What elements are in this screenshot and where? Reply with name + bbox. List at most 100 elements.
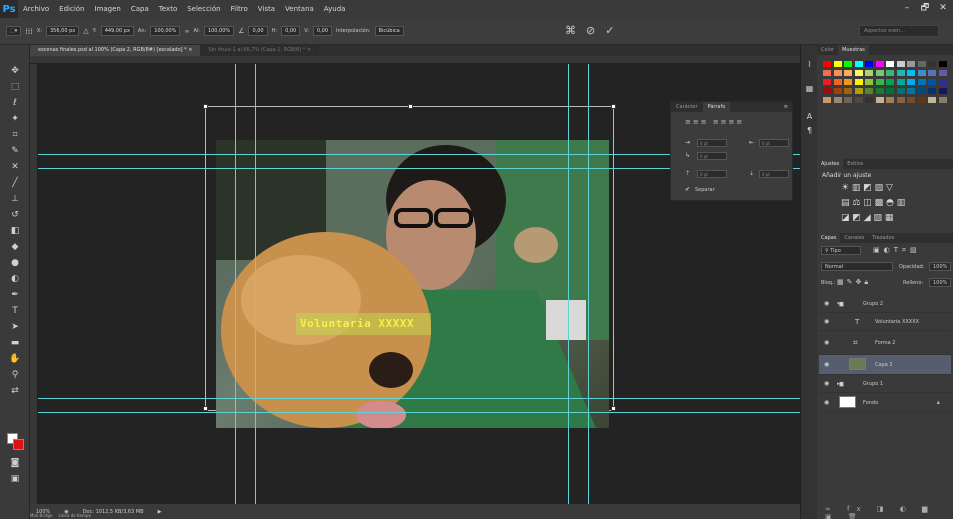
- healing-brush-icon[interactable]: ✕: [8, 161, 22, 173]
- actions-panel-icon[interactable]: ▦: [804, 83, 815, 94]
- tab-caracter[interactable]: Carácter: [671, 102, 703, 112]
- tab-sin-titulo[interactable]: Sin título-1 al 66,7% (Capa 1, RGB/8) * …: [200, 45, 320, 56]
- guide-vertical[interactable]: [568, 64, 569, 504]
- fill-input[interactable]: 100%: [929, 278, 951, 287]
- interpolation-select[interactable]: Bicúbica: [374, 26, 404, 36]
- guide-vertical[interactable]: [255, 64, 256, 504]
- color-swatch[interactable]: [928, 70, 936, 76]
- cancel-transform-icon[interactable]: ⊘: [586, 24, 595, 37]
- crop-tool-icon[interactable]: ⌗: [8, 129, 22, 141]
- workspace-search[interactable]: Aspectos esen...: [859, 25, 939, 37]
- menu-vista[interactable]: Vista: [253, 0, 280, 18]
- color-swatch[interactable]: [875, 88, 884, 94]
- screen-mode-icon[interactable]: ▣: [8, 473, 22, 485]
- minimize-button[interactable]: –: [899, 2, 915, 15]
- link-icon[interactable]: ∞: [184, 28, 189, 35]
- dodge-tool-icon[interactable]: ◐: [8, 273, 22, 285]
- width-input[interactable]: 100,00%: [150, 26, 181, 36]
- pen-tool-icon[interactable]: ✒: [8, 289, 22, 301]
- color-swatch[interactable]: [938, 97, 947, 103]
- indent-left-input[interactable]: 0 pt: [697, 139, 727, 147]
- menu-imagen[interactable]: Imagen: [90, 0, 126, 18]
- transform-handle-bottom-left[interactable]: [203, 406, 208, 411]
- color-swatch[interactable]: [907, 70, 915, 76]
- close-button[interactable]: ✕: [935, 2, 951, 15]
- color-swatch[interactable]: [917, 88, 926, 94]
- color-swatch[interactable]: [823, 97, 831, 103]
- layer-row[interactable]: ◉ ⌗ Forma 2: [819, 331, 951, 355]
- color-swatch[interactable]: [938, 79, 947, 85]
- color-swatch[interactable]: [928, 97, 936, 103]
- history-brush-icon[interactable]: ↺: [8, 209, 22, 221]
- transform-handle-top-right[interactable]: [611, 104, 616, 109]
- hyphenate-checkbox[interactable]: ✔: [685, 186, 690, 193]
- menu-edicion[interactable]: Edición: [54, 0, 89, 18]
- color-swatch[interactable]: [823, 79, 831, 85]
- height-input[interactable]: 100,00%: [203, 26, 235, 36]
- transform-handle-bottom-right[interactable]: [611, 406, 616, 411]
- tab-estilos[interactable]: Estilos: [843, 159, 867, 169]
- tab-parrafo[interactable]: Párrafo: [702, 102, 731, 112]
- visibility-eye-icon[interactable]: ◉: [824, 393, 829, 413]
- layer-name[interactable]: Forma 2: [875, 331, 895, 355]
- background-color-swatch[interactable]: [13, 439, 24, 450]
- layer-name[interactable]: Capa 2: [875, 355, 893, 375]
- menu-capa[interactable]: Capa: [126, 0, 154, 18]
- color-swatch[interactable]: [865, 79, 873, 85]
- guide-horizontal[interactable]: [38, 412, 800, 413]
- commit-transform-icon[interactable]: ✓: [605, 24, 614, 37]
- color-swatch[interactable]: [833, 70, 842, 76]
- paint-bucket-icon[interactable]: ◆: [8, 241, 22, 253]
- color-swatch[interactable]: [844, 97, 852, 103]
- opacity-input[interactable]: 100%: [929, 262, 951, 271]
- path-selection-icon[interactable]: ➤: [8, 321, 22, 333]
- menu-filtro[interactable]: Filtro: [226, 0, 253, 18]
- color-swatch[interactable]: [896, 97, 905, 103]
- restore-button[interactable]: 🗗: [917, 2, 933, 15]
- color-swatch[interactable]: [886, 70, 894, 76]
- lock-icons[interactable]: ▦✎✥🔒︎: [837, 278, 871, 287]
- adjustment-icons-row-3[interactable]: ◪ ◩ ◢ ▨ ▦: [841, 213, 893, 223]
- menu-archivo[interactable]: Archivo: [18, 0, 54, 18]
- color-swatch[interactable]: [833, 88, 842, 94]
- reference-point-icon[interactable]: ⁞⁞⁞: [25, 27, 33, 36]
- tab-ajustes[interactable]: Ajustes: [817, 159, 844, 169]
- visibility-eye-icon[interactable]: ◉: [824, 375, 829, 393]
- layer-row[interactable]: ◉ T Voluntaria XXXXX: [819, 313, 951, 331]
- layer-name[interactable]: Grupo 2: [863, 295, 883, 313]
- guide-vertical[interactable]: [235, 64, 236, 504]
- marquee-tool-icon[interactable]: ⬚: [8, 81, 22, 93]
- stamp-tool-icon[interactable]: ⊥: [8, 193, 22, 205]
- vertical-ruler[interactable]: [30, 64, 38, 504]
- space-after-input[interactable]: 0 pt: [759, 170, 789, 178]
- tab-mini-bridge[interactable]: Mini Bridge: [30, 513, 53, 519]
- tool-preset-icon[interactable]: ⬚▾: [6, 26, 22, 36]
- blend-mode-select[interactable]: Normal: [821, 262, 893, 271]
- x-input[interactable]: 356,00 px: [46, 26, 80, 36]
- color-swatch[interactable]: [907, 79, 915, 85]
- eyedropper-icon[interactable]: ✎: [8, 145, 22, 157]
- color-swatch[interactable]: [938, 70, 947, 76]
- tab-escenas-finales[interactable]: escenas finales.psd al 100% (Capa 2, RGB…: [30, 45, 201, 56]
- tab-muestras[interactable]: Muestras: [838, 45, 869, 55]
- y-input[interactable]: 449,00 px: [100, 26, 134, 36]
- tab-timeline[interactable]: Línea de tiempo: [59, 513, 91, 519]
- magic-wand-icon[interactable]: ✦: [8, 113, 22, 125]
- tab-color[interactable]: Color: [817, 45, 838, 55]
- color-swatch[interactable]: [823, 61, 831, 67]
- color-swatch[interactable]: [886, 88, 894, 94]
- color-swatch[interactable]: [928, 88, 936, 94]
- color-swatch[interactable]: [854, 61, 863, 67]
- adjustment-icons-row-2[interactable]: ▤ ⚖ ◫ ▩ ◓ ▥: [841, 198, 905, 208]
- color-swatch[interactable]: [928, 79, 936, 85]
- h-skew-input[interactable]: 0,00: [281, 26, 301, 36]
- adjustment-icons-row-1[interactable]: ☀ ▥ ◩ ▧ ▽: [841, 183, 893, 193]
- tab-canales[interactable]: Canales: [840, 233, 868, 243]
- color-swatch[interactable]: [917, 61, 926, 67]
- layer-name[interactable]: Voluntaria XXXXX: [875, 313, 919, 331]
- swap-colors-icon[interactable]: ⇄: [8, 385, 22, 397]
- menu-ventana[interactable]: Ventana: [280, 0, 319, 18]
- color-swatch[interactable]: [917, 70, 926, 76]
- visibility-eye-icon[interactable]: ◉: [824, 313, 829, 331]
- guide-vertical[interactable]: [588, 64, 589, 504]
